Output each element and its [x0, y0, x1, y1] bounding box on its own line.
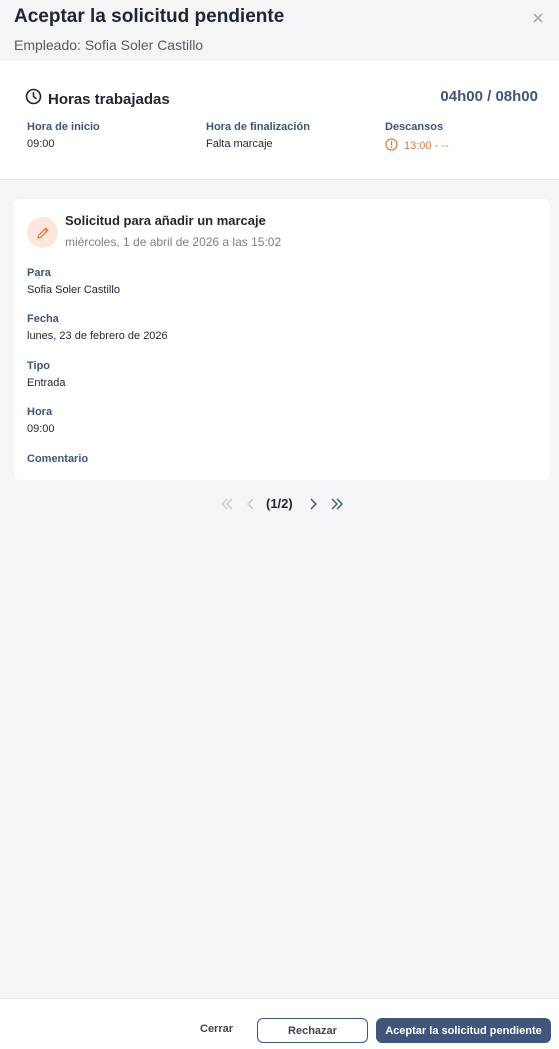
- field-hora: Hora 09:00: [27, 406, 55, 435]
- breaks-label: Descansos: [385, 121, 444, 133]
- start-time-column: Hora de inicio 09:00: [27, 121, 100, 150]
- double-chevron-left-icon[interactable]: [219, 494, 235, 514]
- worked-hours-heading: Horas trabajadas: [25, 88, 170, 110]
- field-value: 09:00: [27, 423, 55, 435]
- pagination: (1/2): [0, 494, 559, 514]
- request-date: miércoles, 1 de abril de 2026 a las 15:0…: [65, 235, 282, 249]
- field-label: Para: [27, 267, 51, 279]
- worked-hours-total: 04h00 / 08h00: [440, 88, 538, 105]
- worked-hours-panel: Horas trabajadas 04h00 / 08h00 Hora de i…: [0, 61, 559, 180]
- page-indicator: (1/2): [266, 496, 293, 511]
- field-label: Comentario: [27, 453, 89, 465]
- accept-request-button[interactable]: Aceptar la solicitud pendiente: [376, 1018, 551, 1043]
- end-time-label: Hora de finalización: [206, 121, 310, 133]
- breaks-column: Descansos 13:00 - --: [385, 121, 449, 154]
- alert-circle-icon: [385, 138, 404, 154]
- field-tipo: Tipo Entrada: [27, 360, 66, 389]
- reject-button[interactable]: Rechazar: [257, 1018, 368, 1043]
- field-value: lunes, 23 de febrero de 2026: [27, 330, 168, 342]
- field-label: Fecha: [27, 313, 59, 325]
- field-comentario: Comentario: [27, 453, 88, 465]
- start-time-value: 09:00: [27, 138, 55, 150]
- field-label: Tipo: [27, 360, 51, 372]
- close-icon[interactable]: [528, 8, 548, 28]
- dialog-subtitle: Empleado: Sofia Soler Castillo: [14, 37, 204, 53]
- close-button[interactable]: Cerrar: [200, 1023, 233, 1035]
- request-card: Solicitud para añadir un marcaje miércol…: [14, 199, 550, 480]
- worked-hours-title: Horas trabajadas: [48, 90, 170, 108]
- chevron-right-icon[interactable]: [306, 494, 320, 514]
- chevron-left-icon[interactable]: [244, 494, 258, 514]
- clock-icon: [25, 88, 42, 110]
- field-para: Para Sofia Soler Castillo: [27, 267, 120, 296]
- breaks-value-row: 13:00 - --: [385, 138, 449, 154]
- start-time-label: Hora de inicio: [27, 121, 100, 133]
- field-value: Entrada: [27, 377, 66, 389]
- double-chevron-right-icon[interactable]: [329, 494, 345, 514]
- field-fecha: Fecha lunes, 23 de febrero de 2026: [27, 313, 168, 342]
- end-time-value: Falta marcaje: [206, 138, 273, 150]
- field-value: Sofia Soler Castillo: [27, 284, 120, 296]
- end-time-column: Hora de finalización Falta marcaje: [206, 121, 310, 150]
- breaks-value: 13:00 - --: [404, 140, 449, 152]
- dialog-header: Aceptar la solicitud pendiente Empleado:…: [0, 0, 559, 61]
- field-label: Hora: [27, 406, 53, 418]
- dialog-title: Aceptar la solicitud pendiente: [14, 6, 285, 27]
- request-title: Solicitud para añadir un marcaje: [65, 213, 266, 228]
- pencil-icon: [27, 217, 58, 248]
- dialog-footer: Cerrar Rechazar Aceptar la solicitud pen…: [0, 998, 559, 1049]
